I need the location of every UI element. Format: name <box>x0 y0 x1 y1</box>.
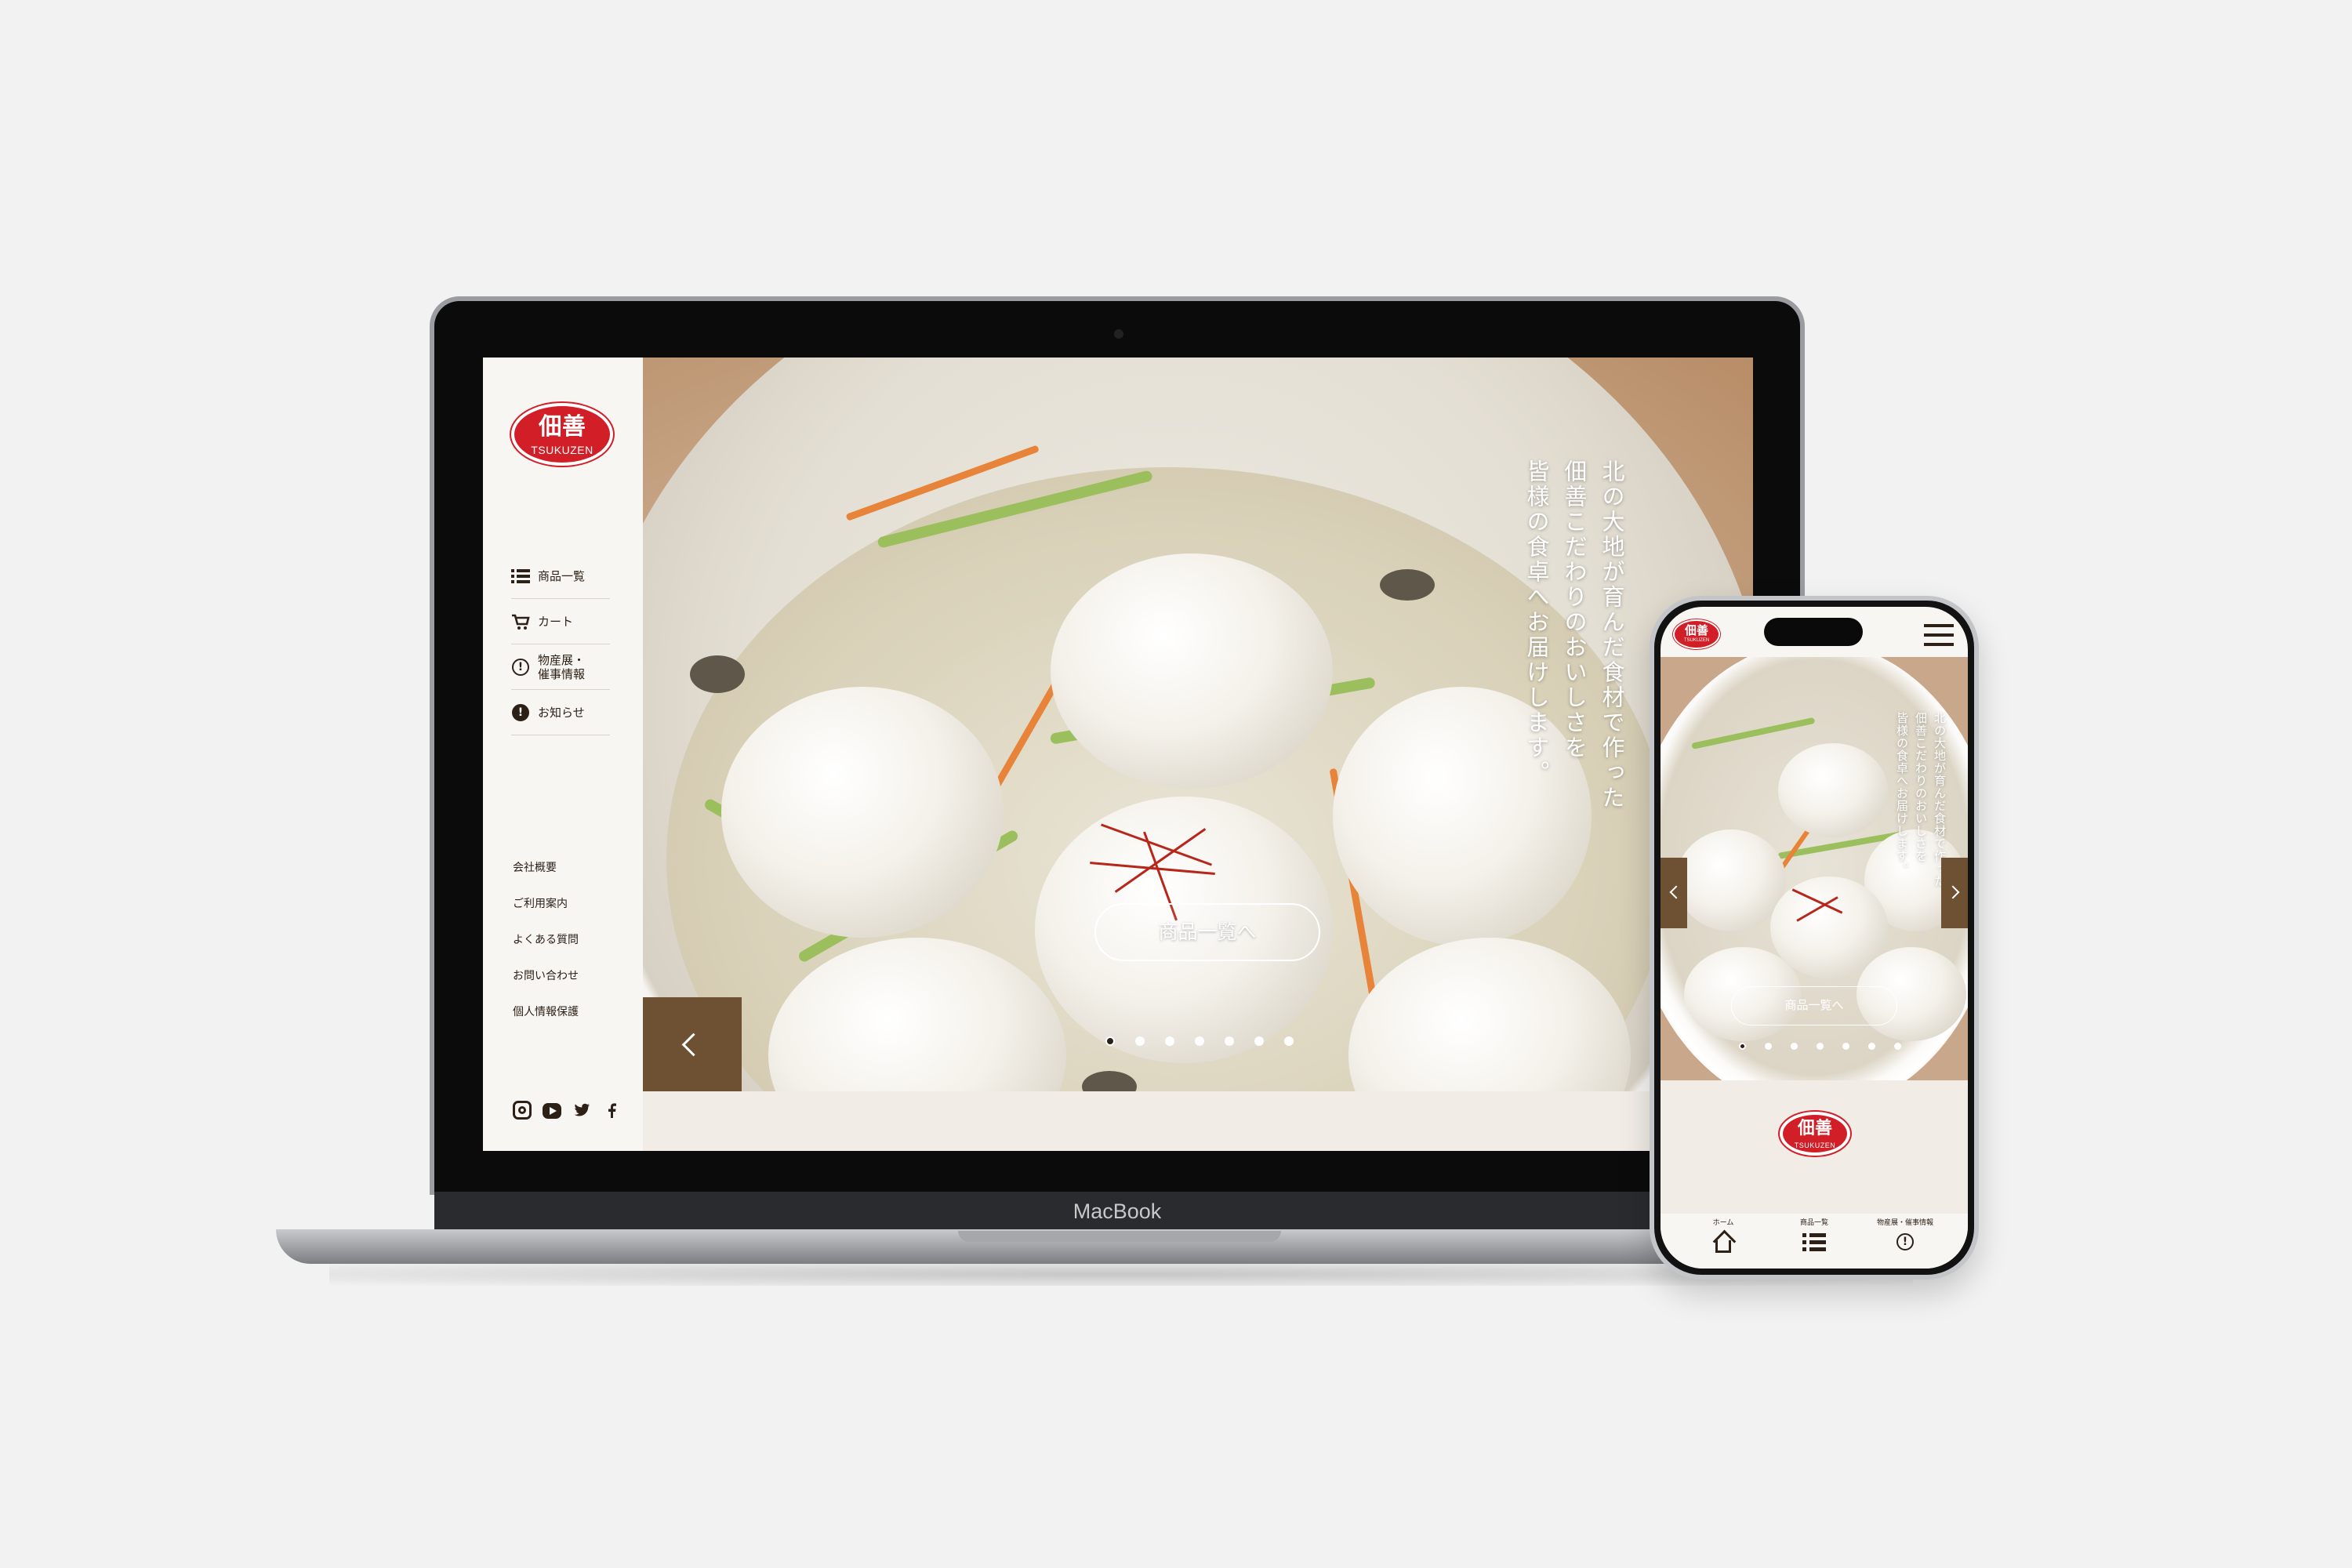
slider-dot[interactable] <box>1225 1036 1234 1046</box>
site-logo[interactable]: 佃善 TSUKUZEN <box>511 403 613 466</box>
link-faq[interactable]: よくある質問 <box>513 931 579 967</box>
slider-dot[interactable] <box>1842 1043 1849 1050</box>
mobile-slider-next-button[interactable] <box>1941 858 1968 928</box>
mobile-products-cta-button[interactable]: 商品一覧へ <box>1731 986 1897 1025</box>
dumpling <box>721 687 1004 938</box>
garnish <box>690 655 745 693</box>
mobile-footer: 佃善 TSUKUZEN <box>1661 1080 1968 1214</box>
desktop-site: 佃善 TSUKUZEN 商品一覧 カート ! 物産展・ 催事情報 ! お知らせ … <box>483 358 1753 1151</box>
hero-copy: 北の大地が育んだ食材で作った 佃善こだわりのおいしさを 皆様の食卓へお届けします… <box>1521 459 1628 811</box>
sidebar-item-label: 物産展・ 催事情報 <box>538 652 586 681</box>
instagram-icon[interactable] <box>513 1101 532 1120</box>
hero-copy-line: 北の大地が育んだ食材で作った <box>1599 459 1625 811</box>
mobile-site: 佃善 TSUKUZEN 北の大地が育んだ食材で作った 佃善こだわりのおいしさを … <box>1661 607 1968 1269</box>
products-cta-button[interactable]: 商品一覧へ <box>1094 903 1320 961</box>
hamburger-menu-icon[interactable] <box>1924 624 1954 646</box>
dumpling <box>1051 554 1333 789</box>
slider-dot[interactable] <box>1195 1036 1204 1046</box>
laptop-chin: MacBook <box>434 1192 1800 1232</box>
sidebar-item-cart[interactable]: カート <box>511 599 610 644</box>
tab-label: 物産展・催事情報 <box>1876 1219 1933 1227</box>
slider-dots <box>1105 1036 1294 1046</box>
logo-latin: TSUKUZEN <box>1683 638 1710 643</box>
slider-dot[interactable] <box>1765 1043 1772 1050</box>
slider-dot[interactable] <box>1791 1043 1798 1050</box>
link-contact[interactable]: お問い合わせ <box>513 967 579 1004</box>
sidebar-item-news[interactable]: ! お知らせ <box>511 690 610 735</box>
slider-dot[interactable] <box>1165 1036 1174 1046</box>
content-area <box>643 1091 1753 1151</box>
mobile-slider-prev-button[interactable] <box>1661 858 1687 928</box>
info-circle-icon: ! <box>511 658 530 677</box>
tab-events[interactable]: 物産展・催事情報 ! <box>1862 1217 1948 1269</box>
sidebar: 佃善 TSUKUZEN 商品一覧 カート ! 物産展・ 催事情報 ! お知らせ … <box>483 358 643 1151</box>
slider-dot[interactable] <box>1105 1036 1115 1046</box>
logo-latin: TSUKUZEN <box>531 444 593 456</box>
twitter-icon[interactable] <box>572 1101 591 1120</box>
hero-copy-line: 佃善こだわりのおいしさを <box>1914 712 1928 862</box>
link-guide[interactable]: ご利用案内 <box>513 895 579 931</box>
home-icon <box>1711 1231 1735 1254</box>
slider-dot[interactable] <box>1254 1036 1264 1046</box>
alert-circle-icon: ! <box>511 703 530 722</box>
logo-kanji: 佃善 <box>1797 1119 1832 1138</box>
sidebar-item-label: お知らせ <box>538 705 585 720</box>
slider-dot[interactable] <box>1135 1036 1145 1046</box>
tab-home[interactable]: ホーム <box>1680 1217 1766 1269</box>
footer-logo[interactable]: 佃善 TSUKUZEN <box>1780 1112 1850 1156</box>
info-circle-icon: ! <box>1893 1231 1917 1254</box>
sidebar-item-label: カート <box>538 614 574 629</box>
mobile-hero-copy: 北の大地が育んだ食材で作った 佃善こだわりのおいしさを 皆様の食卓へお届けします… <box>1894 712 1947 887</box>
logo-kanji: 佃善 <box>539 413 586 441</box>
mobile-logo[interactable]: 佃善 TSUKUZEN <box>1673 619 1720 649</box>
dumpling <box>1676 829 1786 931</box>
link-privacy[interactable]: 個人情報保護 <box>513 1004 579 1040</box>
dynamic-island <box>1764 618 1863 646</box>
tab-label: ホーム <box>1712 1219 1734 1227</box>
laptop-brand-label: MacBook <box>1073 1200 1162 1223</box>
garnish <box>1380 569 1435 601</box>
link-company[interactable]: 会社概要 <box>513 859 579 895</box>
sidebar-nav: 商品一覧 カート ! 物産展・ 催事情報 ! お知らせ <box>511 554 610 735</box>
slider-dot[interactable] <box>1894 1043 1901 1050</box>
logo-kanji: 佃善 <box>1684 623 1708 637</box>
youtube-icon[interactable] <box>543 1103 561 1119</box>
slider-dot[interactable] <box>1868 1043 1875 1050</box>
hero-copy-line: 佃善こだわりのおいしさを <box>1561 459 1588 760</box>
tab-label: 商品一覧 <box>1799 1219 1828 1227</box>
cart-icon <box>511 612 530 631</box>
slider-dot[interactable] <box>1284 1036 1294 1046</box>
list-icon <box>1802 1231 1826 1254</box>
dumpling <box>1778 743 1888 837</box>
hero-copy-line: 皆様の食卓へお届けします。 <box>1895 712 1909 875</box>
hero-copy-line: 皆様の食卓へお届けします。 <box>1523 459 1550 786</box>
mobile-slider-dots <box>1739 1043 1901 1050</box>
slider-dot[interactable] <box>1817 1043 1824 1050</box>
tab-products[interactable]: 商品一覧 <box>1771 1217 1857 1269</box>
sidebar-item-label: 商品一覧 <box>538 568 586 583</box>
laptop-notch <box>958 1231 1281 1242</box>
camera <box>1114 329 1123 339</box>
slider-dot[interactable] <box>1739 1043 1746 1050</box>
sidebar-item-events[interactable]: ! 物産展・ 催事情報 <box>511 644 610 690</box>
logo-latin: TSUKUZEN <box>1794 1142 1836 1149</box>
slider-prev-button[interactable] <box>643 997 742 1091</box>
mobile-hero-slider: 北の大地が育んだ食材で作った 佃善こだわりのおいしさを 皆様の食卓へお届けします… <box>1661 657 1968 1080</box>
list-icon <box>511 567 530 586</box>
sidebar-item-products[interactable]: 商品一覧 <box>511 554 610 599</box>
social-links <box>513 1101 621 1120</box>
sidebar-sub-links: 会社概要 ご利用案内 よくある質問 お問い合わせ 個人情報保護 <box>513 859 579 1040</box>
mobile-tabbar: ホーム 商品一覧 物産展・催事情報 ! <box>1661 1214 1968 1269</box>
hero-slider: 北の大地が育んだ食材で作った 佃善こだわりのおいしさを 皆様の食卓へお届けします… <box>643 358 1753 1091</box>
facebook-icon[interactable] <box>602 1101 621 1120</box>
